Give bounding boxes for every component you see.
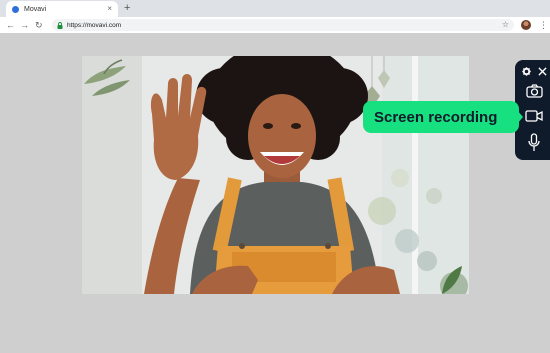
browser-menu-button[interactable]: ⋮ — [539, 19, 548, 31]
reload-button[interactable]: ↻ — [35, 19, 43, 31]
tab-title: Movavi — [24, 5, 47, 13]
new-tab-button[interactable]: + — [124, 2, 130, 14]
movavi-favicon-icon — [12, 5, 19, 13]
bookmark-star-icon[interactable]: ☆ — [502, 21, 509, 29]
microphone-icon[interactable] — [524, 131, 544, 153]
browser-toolbar: ← → ↻ https://movavi.com ☆ ⋮ — [0, 17, 550, 34]
address-bar[interactable]: https://movavi.com ☆ — [52, 19, 514, 31]
lock-icon — [57, 21, 63, 29]
callout-arrow — [517, 110, 523, 124]
back-button[interactable]: ← — [6, 19, 15, 31]
screen-recording-icon[interactable] — [524, 108, 544, 124]
forward-button[interactable]: → — [20, 19, 29, 31]
camera-icon[interactable] — [524, 82, 544, 100]
url-text: https://movavi.com — [67, 21, 122, 29]
screen-recording-callout: Screen recording — [363, 101, 519, 133]
browser-tab[interactable]: Movavi × — [6, 1, 118, 17]
profile-avatar[interactable] — [521, 20, 531, 30]
close-icon[interactable] — [536, 65, 548, 77]
webcam-photo — [82, 56, 469, 294]
tab-close-button[interactable]: × — [107, 5, 112, 13]
page-content — [0, 34, 550, 353]
screen-recording-label: Screen recording — [374, 108, 498, 126]
browser-tab-bar: Movavi × + — [0, 0, 550, 17]
gear-icon[interactable] — [520, 65, 532, 77]
